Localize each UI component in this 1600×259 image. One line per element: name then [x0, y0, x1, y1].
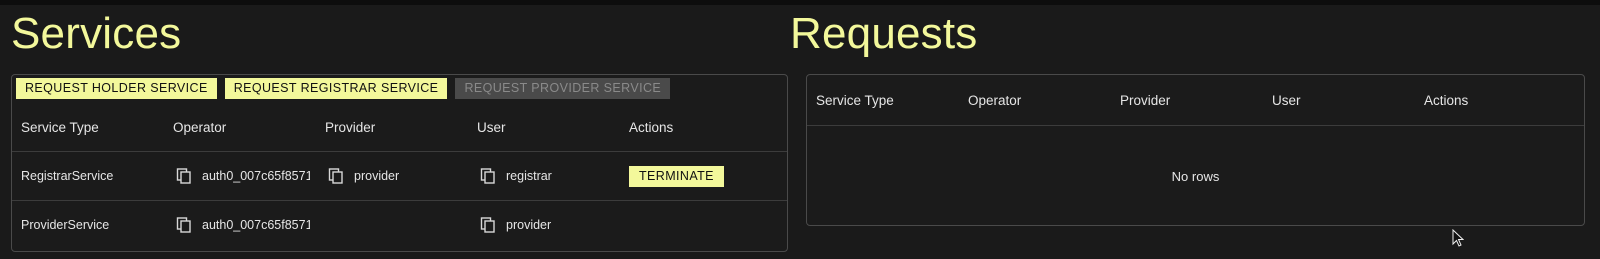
cell-operator: auth0_007c65f8571	[164, 217, 316, 233]
cell-service-type: ProviderService	[12, 218, 164, 232]
cell-actions: TERMINATE	[620, 165, 772, 187]
copy-icon[interactable]	[480, 168, 496, 184]
services-toolbar: REQUEST HOLDER SERVICE REQUEST REGISTRAR…	[16, 78, 671, 99]
table-row[interactable]: RegistrarService auth0_007c65f8571 provi…	[12, 152, 787, 201]
column-header-actions[interactable]: Actions	[1415, 93, 1567, 108]
cell-provider: provider	[316, 168, 468, 184]
copy-icon[interactable]	[176, 217, 192, 233]
column-header-service-type[interactable]: Service Type	[12, 120, 164, 135]
services-title: Services	[11, 9, 182, 58]
cell-operator: auth0_007c65f8571	[164, 168, 316, 184]
column-header-actions[interactable]: Actions	[620, 120, 772, 135]
column-header-provider[interactable]: Provider	[316, 120, 468, 135]
service-type-text: ProviderService	[21, 218, 110, 232]
terminate-button[interactable]: TERMINATE	[629, 165, 724, 187]
provider-text: provider	[354, 169, 400, 183]
request-holder-service-button[interactable]: REQUEST HOLDER SERVICE	[16, 78, 217, 99]
copy-icon[interactable]	[480, 217, 496, 233]
top-bar	[0, 0, 1600, 5]
user-text: provider	[506, 218, 552, 232]
requests-table: Service Type Operator Provider User Acti…	[806, 74, 1585, 226]
copy-icon[interactable]	[328, 168, 344, 184]
cell-user: registrar	[468, 168, 620, 184]
column-header-user[interactable]: User	[1263, 93, 1415, 108]
requests-header-row: Service Type Operator Provider User Acti…	[807, 75, 1584, 126]
services-table: REQUEST HOLDER SERVICE REQUEST REGISTRAR…	[11, 74, 788, 252]
column-header-service-type[interactable]: Service Type	[807, 93, 959, 108]
cell-user: provider	[468, 217, 620, 233]
request-registrar-service-button[interactable]: REQUEST REGISTRAR SERVICE	[224, 78, 448, 99]
column-header-operator[interactable]: Operator	[959, 93, 1111, 108]
cell-service-type: RegistrarService	[12, 169, 164, 183]
copy-icon[interactable]	[176, 168, 192, 184]
empty-state-text: No rows	[1171, 168, 1220, 184]
column-header-operator[interactable]: Operator	[164, 120, 316, 135]
service-type-text: RegistrarService	[21, 169, 114, 183]
user-text: registrar	[506, 169, 552, 183]
requests-title: Requests	[790, 9, 978, 58]
services-header-row: Service Type Operator Provider User Acti…	[12, 103, 787, 152]
table-row[interactable]: ProviderService auth0_007c65f8571 provid…	[12, 201, 787, 249]
operator-text: auth0_007c65f8571	[202, 218, 310, 232]
request-provider-service-button: REQUEST PROVIDER SERVICE	[455, 78, 671, 99]
column-header-provider[interactable]: Provider	[1111, 93, 1263, 108]
operator-text: auth0_007c65f8571	[202, 169, 310, 183]
column-header-user[interactable]: User	[468, 120, 620, 135]
mouse-pointer-icon	[1452, 229, 1464, 247]
